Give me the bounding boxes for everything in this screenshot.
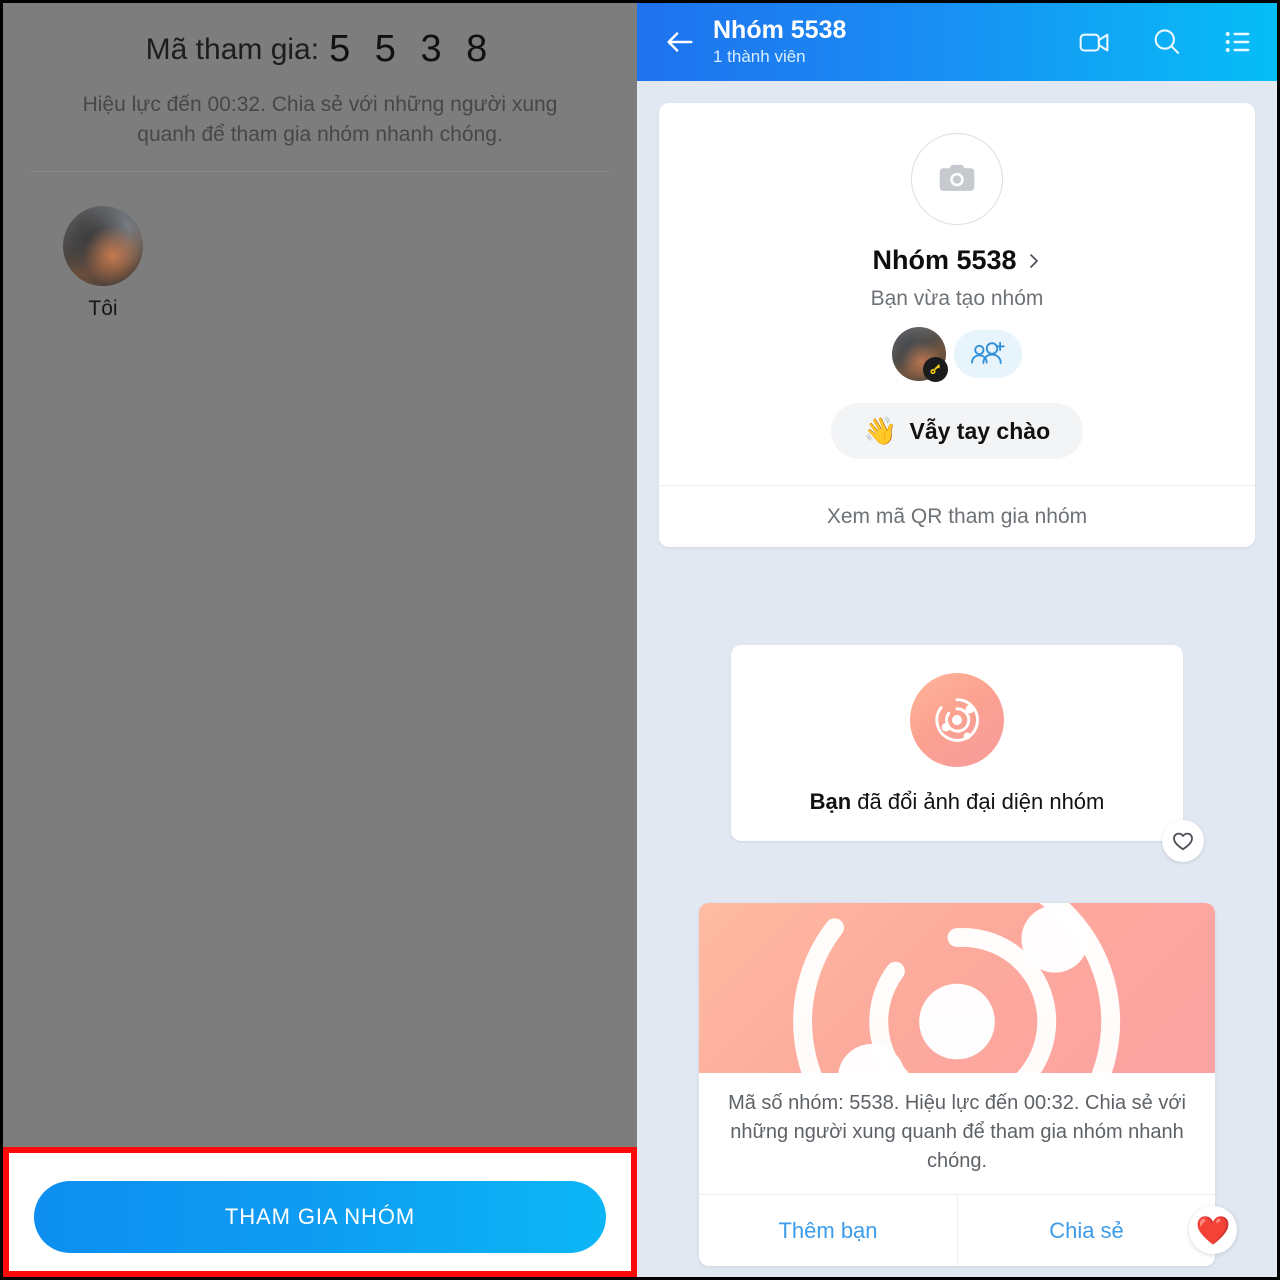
share-actions: Thêm bạn Chia sẻ [699, 1194, 1215, 1266]
video-call-button[interactable] [1075, 23, 1113, 61]
avatar [63, 206, 143, 287]
heart-reaction-button[interactable]: ❤️ [1189, 1206, 1237, 1254]
orbit-icon [935, 698, 979, 742]
key-icon [923, 357, 948, 382]
wave-hello-label: Vẫy tay chào [909, 417, 1051, 444]
join-group-button[interactable]: THAM GIA NHÓM [34, 1181, 606, 1253]
event-text: Bạn đã đổi ảnh đại diện nhóm [731, 789, 1183, 815]
header-actions [1075, 23, 1257, 61]
group-info-top: Nhóm 5538 Bạn vừa tạo nhóm 👋 Vẫy tay chà… [659, 103, 1255, 485]
header-title-block[interactable]: Nhóm 5538 1 thành viên [713, 17, 1075, 66]
avatar-changed-event-card: Bạn đã đổi ảnh đại diện nhóm [731, 645, 1204, 862]
join-code-label: Mã tham gia: [145, 33, 320, 66]
right-screen: Nhóm 5538 1 thành viên Nhóm 5538 Bạn vừa… [637, 0, 1280, 1280]
member-grid: Tôi [3, 172, 637, 321]
key-glyph-icon [930, 364, 941, 375]
member-name: Tôi [88, 297, 118, 321]
join-button-highlight-box: THAM GIA NHÓM [3, 1147, 637, 1277]
view-qr-button[interactable]: Xem mã QR tham gia nhóm [659, 485, 1255, 547]
share-banner[interactable] [699, 903, 1215, 1073]
chat-body: Nhóm 5538 Bạn vừa tạo nhóm 👋 Vẫy tay chà… [637, 103, 1277, 1266]
group-created-text: Bạn vừa tạo nhóm [870, 287, 1044, 310]
event-actor: Bạn [809, 789, 852, 814]
group-avatar-button[interactable] [911, 133, 1003, 225]
left-screen: Mã tham gia: 5 5 3 8 Hiệu lực đến 00:32. … [0, 0, 637, 1280]
join-code-digits: 5 5 3 8 [329, 28, 495, 70]
share-button[interactable]: Chia sẻ [957, 1195, 1215, 1266]
members-row [659, 327, 1255, 382]
share-caption: Mã số nhóm: 5538. Hiệu lực đến 00:32. Ch… [728, 1092, 1186, 1172]
back-arrow-icon [667, 32, 693, 52]
member-avatar[interactable] [892, 327, 948, 382]
event-action: đã đổi ảnh đại diện nhóm [851, 789, 1105, 814]
group-name: Nhóm 5538 [872, 245, 1017, 275]
join-code-subtitle: Hiệu lực đến 00:32. Chia sẻ với những ng… [82, 92, 558, 146]
react-heart-button[interactable] [1162, 820, 1204, 862]
group-info-card: Nhóm 5538 Bạn vừa tạo nhóm 👋 Vẫy tay chà… [659, 103, 1255, 547]
orbit-icon [793, 903, 1121, 1073]
chat-header: Nhóm 5538 1 thành viên [637, 3, 1277, 81]
add-people-icon [971, 341, 1005, 364]
member-cell[interactable]: Tôi [43, 206, 163, 321]
join-code-line: Mã tham gia: 5 5 3 8 [3, 28, 637, 71]
wave-hello-button[interactable]: 👋 Vẫy tay chào [831, 403, 1083, 459]
chevron-right-icon [1029, 253, 1038, 268]
screenshot-root: Mã tham gia: 5 5 3 8 Hiệu lực đến 00:32. … [0, 0, 1280, 1280]
group-share-card: Mã số nhóm: 5538. Hiệu lực đến 00:32. Ch… [699, 903, 1237, 1266]
member-count: 1 thành viên [713, 46, 806, 66]
list-menu-button[interactable] [1219, 23, 1257, 61]
search-button[interactable] [1147, 23, 1185, 61]
group-title: Nhóm 5538 [713, 16, 847, 45]
search-icon [1154, 29, 1180, 54]
add-member-button[interactable] [954, 330, 1022, 378]
orbit-icon-badge [910, 673, 1004, 767]
camera-icon [939, 164, 975, 191]
back-button[interactable] [659, 21, 701, 63]
list-menu-icon [1225, 32, 1250, 52]
add-friend-button[interactable]: Thêm bạn [699, 1195, 957, 1266]
heart-outline-icon [1173, 832, 1193, 851]
group-name-row[interactable]: Nhóm 5538 [659, 245, 1255, 276]
join-code-header: Mã tham gia: 5 5 3 8 Hiệu lực đến 00:32. … [3, 3, 637, 149]
wave-hand-icon: 👋 [863, 415, 898, 446]
video-call-icon [1079, 33, 1109, 52]
